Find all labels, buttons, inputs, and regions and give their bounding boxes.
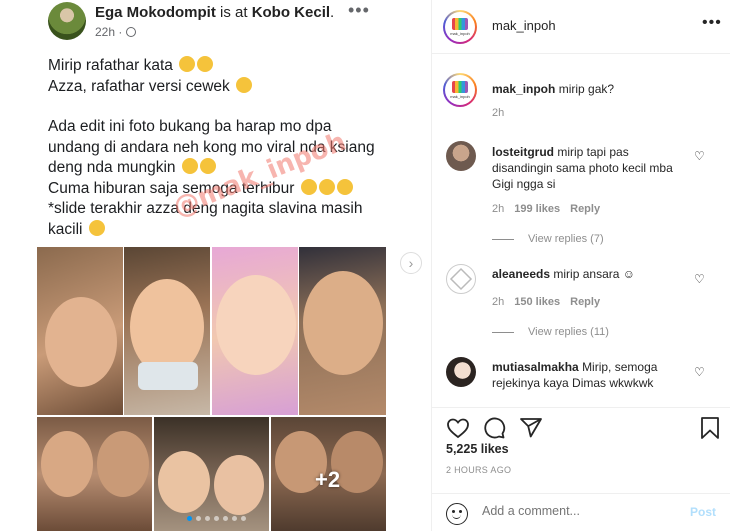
emoji-picker-icon[interactable]: [446, 503, 468, 525]
laugh-emoji-icon: [199, 158, 216, 174]
comment-text: mutiasalmakha Mirip, semoga rejekinya ka…: [492, 359, 692, 391]
grin-emoji-icon: [179, 56, 196, 72]
reply-button[interactable]: Reply: [570, 296, 600, 308]
account-username[interactable]: mak_inpoh: [492, 18, 556, 33]
likes-count[interactable]: 5,225 likes: [446, 442, 509, 456]
fb-post-header: Ega Mokodompit is at Kobo Kecil. 22h · •…: [48, 0, 431, 44]
fb-location: Kobo Kecil: [251, 4, 331, 21]
hearts-emoji-icon: [197, 56, 214, 72]
grin-emoji-icon: [88, 219, 105, 236]
comment-meta: 2h 150 likes Reply: [492, 296, 600, 308]
comment-username[interactable]: mutiasalmakha: [492, 360, 579, 374]
comment-likes[interactable]: 199 likes: [514, 203, 560, 215]
comment-meta: 2h 199 likes Reply: [492, 203, 600, 215]
reply-button[interactable]: Reply: [570, 203, 600, 215]
commenter-avatar[interactable]: [446, 264, 476, 294]
fb-post-time: 22h ·: [95, 25, 137, 39]
comment-text: aleaneeds mirip ansara ☺: [492, 266, 692, 282]
caption-text: mak_inpoh mirip gak?: [492, 81, 692, 97]
laugh-emoji-icon: [336, 178, 353, 195]
post-header: mak_inpoh mak_inpoh •••: [432, 0, 730, 54]
fb-author-name: Ega Mokodompit: [95, 4, 216, 21]
like-heart-icon[interactable]: [446, 416, 470, 440]
comment-username[interactable]: losteitgrud: [492, 145, 554, 159]
fb-line: kacili: [48, 219, 388, 241]
photo-1: [37, 247, 123, 415]
post-sidebar: mak_inpoh mak_inpoh ••• mak_inpoh mak_in…: [432, 0, 730, 531]
next-photo-arrow-icon[interactable]: ›: [400, 252, 422, 274]
instagram-post-view: Ega Mokodompit is at Kobo Kecil. 22h · •…: [0, 0, 730, 531]
fb-line: Mirip rafathar kata: [48, 56, 388, 77]
photo-4: [299, 247, 386, 415]
comment-username[interactable]: aleaneeds: [492, 267, 550, 281]
comment-text: losteitgrud mirip tapi pas disandingin s…: [492, 144, 692, 192]
smile-emoji-icon: ☺: [622, 267, 636, 281]
photo-5: [37, 417, 152, 531]
more-photos-count: +2: [315, 467, 341, 492]
comment-time: 2h: [492, 296, 505, 308]
photo-3: [212, 247, 298, 415]
comment-body: mirip ansara: [553, 267, 620, 281]
comment-likes[interactable]: 150 likes: [514, 296, 560, 308]
comment-time: 2h: [492, 203, 505, 215]
bookmark-icon[interactable]: [698, 416, 722, 440]
more-options-icon[interactable]: •••: [702, 14, 722, 32]
grin-emoji-icon: [236, 76, 253, 93]
fb-is-at: is at: [220, 4, 248, 21]
fb-time-text: 22h ·: [95, 25, 123, 39]
fb-line: Azza, rafathar versi cewek: [48, 76, 388, 98]
photo-collage: +2: [37, 247, 386, 531]
post-age: 2 HOURS AGO: [446, 465, 512, 475]
post-actions: 5,225 likes 2 HOURS AGO Post: [432, 407, 730, 531]
cry-emoji-icon: [181, 158, 198, 174]
view-replies-button[interactable]: View replies (11): [492, 326, 609, 338]
post-media[interactable]: Ega Mokodompit is at Kobo Kecil. 22h · •…: [0, 0, 432, 531]
laugh-emoji-icon: [318, 178, 335, 195]
caption-time: 2h: [492, 107, 505, 119]
heart-icon[interactable]: ♡: [694, 149, 705, 163]
fb-author-avatar: [48, 2, 86, 40]
globe-icon: [126, 27, 137, 37]
heart-icon[interactable]: ♡: [694, 272, 705, 286]
caption-meta: 2h: [492, 107, 504, 119]
photo-6: [154, 417, 269, 531]
comments-list: mak_inpoh mak_inpoh mirip gak? 2h lostei…: [432, 55, 730, 407]
share-icon[interactable]: [519, 416, 543, 440]
comment-input[interactable]: [482, 504, 672, 518]
comment-composer: Post: [432, 493, 730, 531]
post-button[interactable]: Post: [690, 505, 716, 519]
commenter-avatar[interactable]: [446, 357, 476, 387]
fb-author-line: Ega Mokodompit is at Kobo Kecil.: [95, 4, 335, 21]
commenter-avatar[interactable]: [446, 141, 476, 171]
view-replies-button[interactable]: View replies (7): [492, 233, 604, 245]
comment-icon[interactable]: [482, 416, 506, 440]
caption-body: mirip gak?: [558, 82, 615, 96]
carousel-dots: [187, 516, 246, 521]
account-avatar[interactable]: mak_inpoh: [443, 10, 477, 44]
caption-username[interactable]: mak_inpoh: [492, 82, 555, 96]
laugh-emoji-icon: [300, 178, 317, 195]
more-icon: •••: [348, 0, 370, 20]
caption-avatar[interactable]: mak_inpoh: [443, 73, 477, 107]
photo-7: +2: [271, 417, 386, 531]
heart-icon[interactable]: ♡: [694, 365, 705, 379]
photo-2: [124, 247, 210, 415]
